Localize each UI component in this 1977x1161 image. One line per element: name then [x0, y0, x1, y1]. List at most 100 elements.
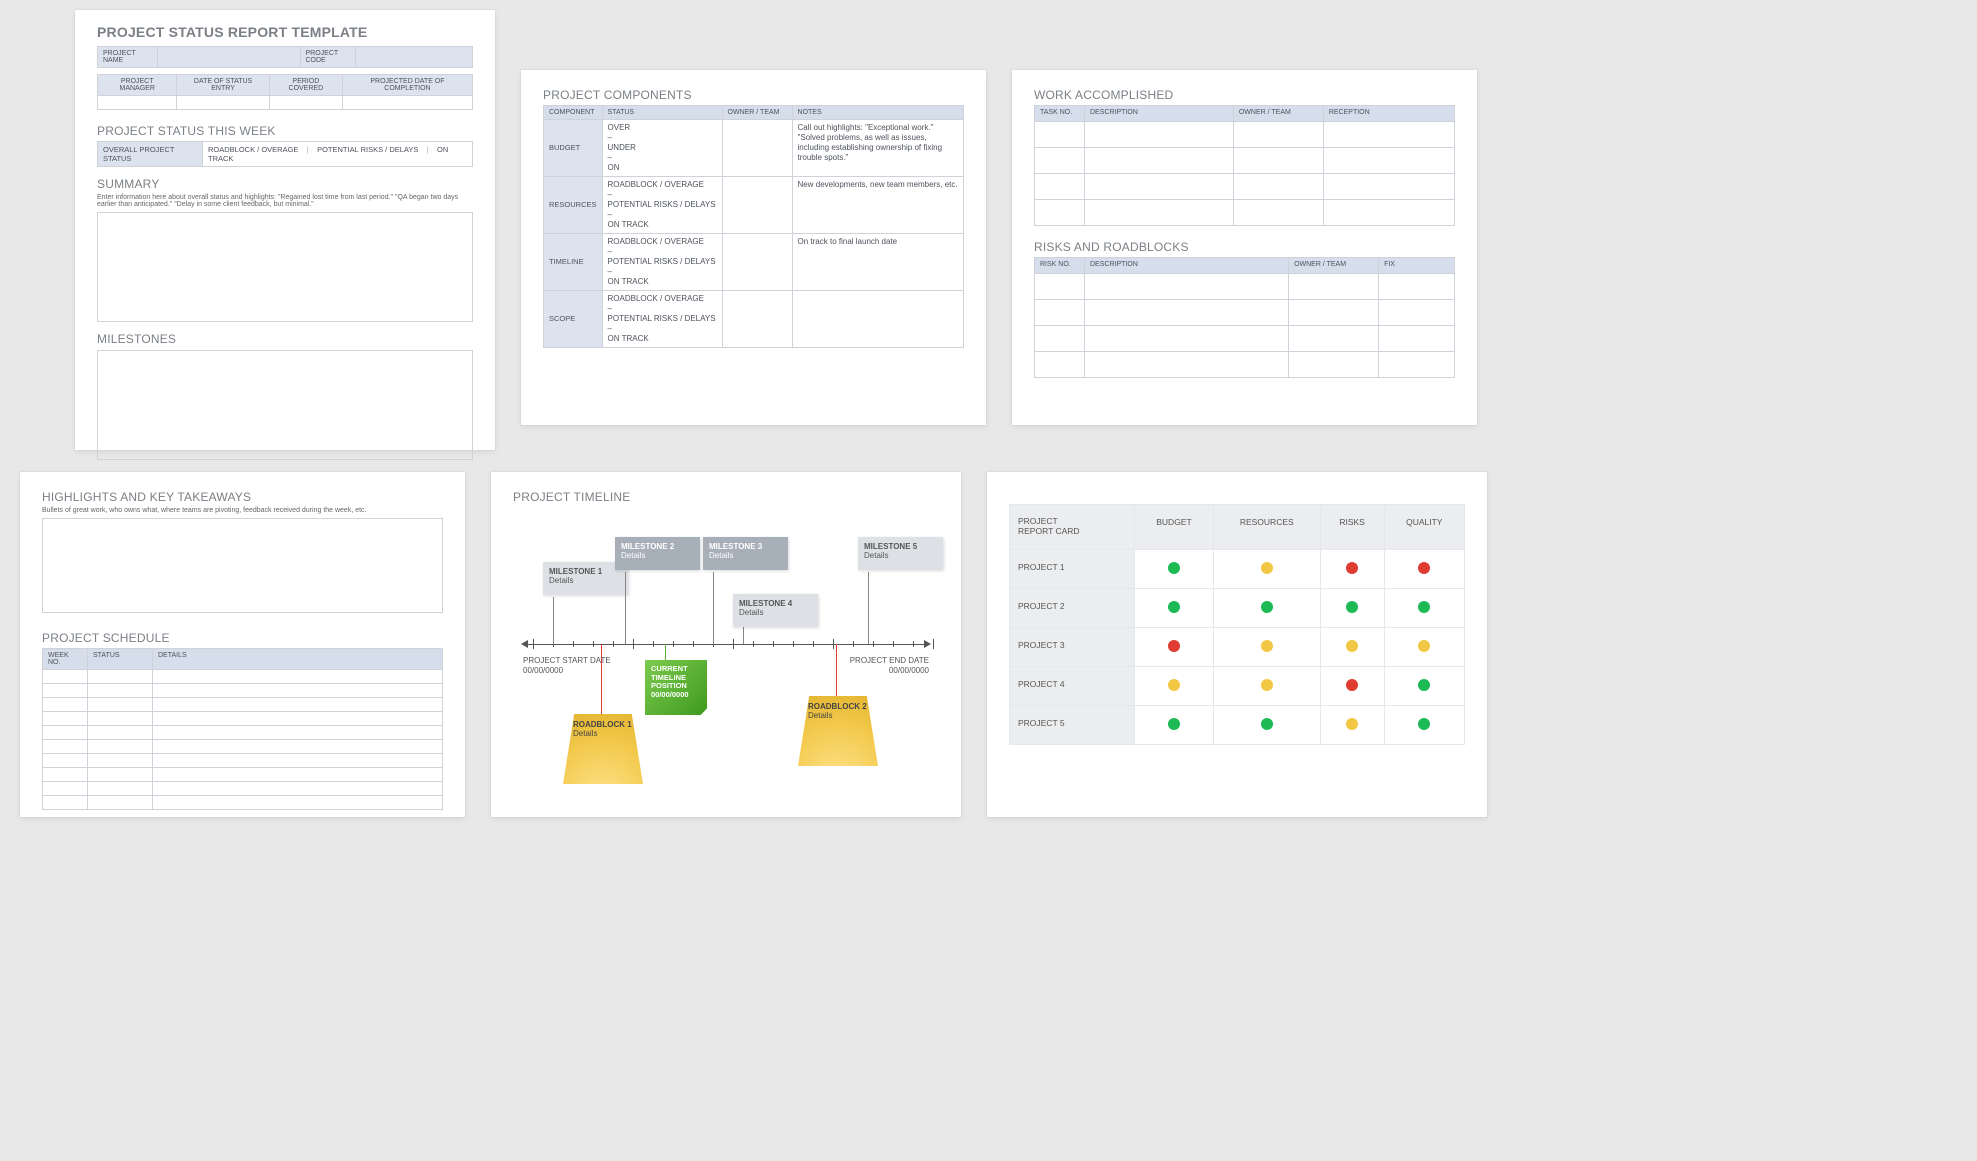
status-cell	[1384, 549, 1464, 588]
milestones-box[interactable]	[97, 350, 473, 460]
current-position-box: CURRENT TIMELINE POSITION 00/00/0000	[645, 660, 707, 715]
cell-project-name: PROJECT 5	[1010, 705, 1135, 744]
cell-overall-status[interactable]: ROADBLOCK / OVERAGE | POTENTIAL RISKS / …	[203, 142, 473, 167]
cell-notes[interactable]	[792, 291, 963, 348]
status-dot-icon	[1261, 640, 1273, 652]
report-card-table: PROJECTREPORT CARD BUDGET RESOURCES RISK…	[1009, 504, 1465, 745]
status-cell	[1135, 666, 1214, 705]
label-manager: PROJECT MANAGER	[98, 75, 177, 96]
cell-project-name[interactable]	[158, 47, 301, 68]
th-budget: BUDGET	[1135, 505, 1214, 550]
status-cell	[1213, 705, 1320, 744]
cell-status[interactable]: ROADBLOCK / OVERAGE – POTENTIAL RISKS / …	[602, 234, 722, 291]
card-title: PROJECT STATUS REPORT TEMPLATE	[97, 24, 473, 40]
cell-notes[interactable]: Call out highlights: "Exceptional work."…	[792, 120, 963, 177]
th-resources: RESOURCES	[1213, 505, 1320, 550]
status-dot-icon	[1168, 640, 1180, 652]
status-dot-icon	[1168, 718, 1180, 730]
summary-box[interactable]	[97, 212, 473, 322]
table-row	[1035, 174, 1455, 200]
table-row	[43, 754, 443, 768]
table-row: PROJECT 3	[1010, 627, 1465, 666]
card-title: PROJECT COMPONENTS	[543, 88, 964, 102]
status-dot-icon	[1418, 562, 1430, 574]
cell-project-code[interactable]	[355, 47, 473, 68]
cell-component: SCOPE	[544, 291, 603, 348]
card-report-card: PROJECTREPORT CARD BUDGET RESOURCES RISK…	[987, 472, 1487, 817]
th-description: DESCRIPTION	[1085, 106, 1234, 122]
work-table: TASK NO. DESCRIPTION OWNER / TEAM RECEPT…	[1034, 105, 1455, 226]
risks-table: RISK NO. DESCRIPTION OWNER / TEAM FIX	[1034, 257, 1455, 378]
cell-completion[interactable]	[342, 96, 472, 110]
cell-status[interactable]: OVER – UNDER – ON	[602, 120, 722, 177]
th-risk-no: RISK NO.	[1035, 258, 1085, 274]
cell-manager[interactable]	[98, 96, 177, 110]
th-quality: QUALITY	[1384, 505, 1464, 550]
timeline-start-label: PROJECT START DATE00/00/0000	[523, 656, 611, 675]
heading-status-week: PROJECT STATUS THIS WEEK	[97, 124, 473, 138]
heading-schedule: PROJECT SCHEDULE	[42, 631, 443, 645]
status-dot-icon	[1168, 679, 1180, 691]
cell-owner[interactable]	[722, 291, 792, 348]
cell-project-name: PROJECT 4	[1010, 666, 1135, 705]
table-row: BUDGET OVER – UNDER – ON Call out highli…	[544, 120, 964, 177]
status-dot-icon	[1346, 562, 1358, 574]
status-dot-icon	[1261, 601, 1273, 613]
cell-component: BUDGET	[544, 120, 603, 177]
status-cell	[1135, 705, 1214, 744]
th-status: STATUS	[88, 649, 153, 670]
th-details: DETAILS	[153, 649, 443, 670]
label-overall-status: OVERALL PROJECT STATUS	[98, 142, 203, 167]
th-owner: OWNER / TEAM	[722, 106, 792, 120]
status-dot-icon	[1418, 601, 1430, 613]
highlights-box[interactable]	[42, 518, 443, 613]
table-row: RESOURCES ROADBLOCK / OVERAGE – POTENTIA…	[544, 177, 964, 234]
status-cell	[1213, 549, 1320, 588]
cell-component: TIMELINE	[544, 234, 603, 291]
components-table: COMPONENT STATUS OWNER / TEAM NOTES BUDG…	[543, 105, 964, 348]
heading-highlights: HIGHLIGHTS AND KEY TAKEAWAYS	[42, 490, 443, 504]
cell-date-entry[interactable]	[177, 96, 269, 110]
status-cell	[1384, 705, 1464, 744]
status-cell	[1320, 627, 1384, 666]
cell-status[interactable]: ROADBLOCK / OVERAGE – POTENTIAL RISKS / …	[602, 291, 722, 348]
cell-owner[interactable]	[722, 177, 792, 234]
status-dot-icon	[1261, 679, 1273, 691]
cell-project-name: PROJECT 1	[1010, 549, 1135, 588]
status-cell	[1320, 588, 1384, 627]
cell-period[interactable]	[269, 96, 342, 110]
status-dot-icon	[1168, 562, 1180, 574]
table-row: SCOPE ROADBLOCK / OVERAGE – POTENTIAL RI…	[544, 291, 964, 348]
roadblock-2-box: ROADBLOCK 2Details	[798, 696, 878, 766]
timeline-diagram: MILESTONE 1Details MILESTONE 2Details MI…	[513, 514, 939, 794]
th-risks: RISKS	[1320, 505, 1384, 550]
schedule-table: WEEK NO. STATUS DETAILS	[42, 648, 443, 810]
milestone-2-box: MILESTONE 2Details	[615, 537, 700, 570]
table-row: TIMELINE ROADBLOCK / OVERAGE – POTENTIAL…	[544, 234, 964, 291]
cell-status[interactable]: ROADBLOCK / OVERAGE – POTENTIAL RISKS / …	[602, 177, 722, 234]
cell-notes[interactable]: On track to final launch date	[792, 234, 963, 291]
cell-owner[interactable]	[722, 120, 792, 177]
table-row	[43, 670, 443, 684]
cell-owner[interactable]	[722, 234, 792, 291]
label-project-code: PROJECT CODE	[300, 47, 355, 68]
th-report-card: PROJECTREPORT CARD	[1010, 505, 1135, 550]
table-row	[43, 796, 443, 810]
table-row: PROJECT 4	[1010, 666, 1465, 705]
status-dot-icon	[1418, 718, 1430, 730]
cell-notes[interactable]: New developments, new team members, etc.	[792, 177, 963, 234]
table-row	[43, 698, 443, 712]
th-notes: NOTES	[792, 106, 963, 120]
status-dot-icon	[1346, 679, 1358, 691]
status-cell	[1320, 705, 1384, 744]
label-project-name: PROJECT NAME	[98, 47, 158, 68]
card-project-components: PROJECT COMPONENTS COMPONENT STATUS OWNE…	[521, 70, 986, 425]
row-1: PROJECT STATUS REPORT TEMPLATE PROJECT N…	[20, 10, 1957, 450]
status-cell	[1320, 549, 1384, 588]
card-status-report: PROJECT STATUS REPORT TEMPLATE PROJECT N…	[75, 10, 495, 450]
table-row	[1035, 148, 1455, 174]
status-dot-icon	[1168, 601, 1180, 613]
timeline-axis	[523, 644, 929, 645]
status-cell	[1320, 666, 1384, 705]
table-row: PROJECT 5	[1010, 705, 1465, 744]
